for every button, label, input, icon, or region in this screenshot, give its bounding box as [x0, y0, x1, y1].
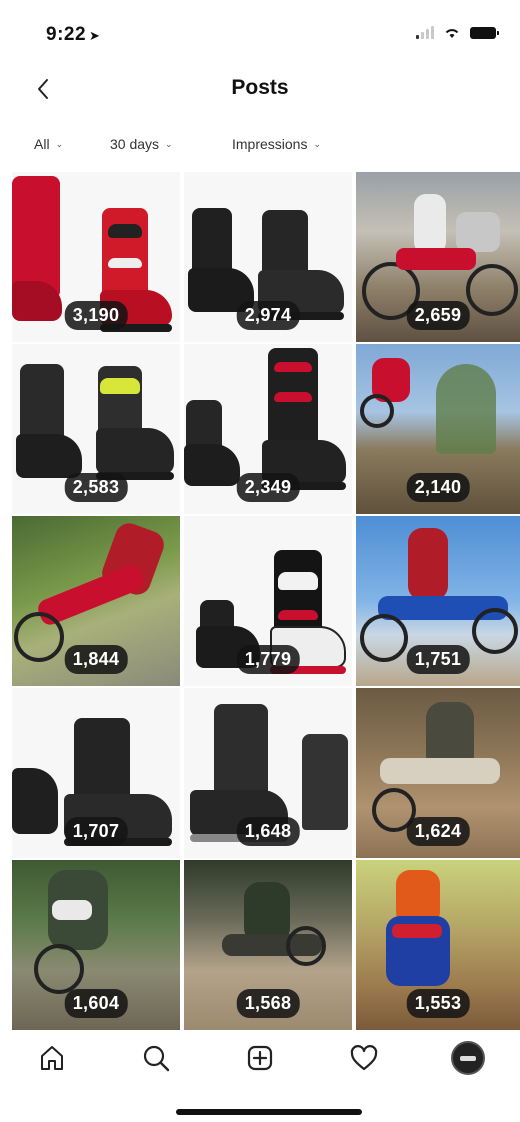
- post-impressions-badge: 1,751: [406, 645, 470, 674]
- wheel-shape: [34, 944, 84, 994]
- wheel-shape: [286, 926, 326, 966]
- post-impressions-badge: 2,974: [236, 301, 300, 330]
- boot-image: [16, 364, 84, 482]
- post-thumbnail[interactable]: 1,648: [184, 688, 352, 858]
- post-thumbnail[interactable]: 2,140: [356, 344, 520, 514]
- post-impressions-badge: 1,568: [236, 989, 300, 1018]
- post-thumbnail[interactable]: 1,707: [12, 688, 180, 858]
- post-impressions-badge: 1,604: [64, 989, 128, 1018]
- header: Posts: [0, 64, 520, 116]
- bike-body: [380, 758, 500, 784]
- post-thumbnail[interactable]: 1,604: [12, 860, 180, 1030]
- boot-image: [184, 400, 240, 500]
- home-icon: [41, 1046, 63, 1070]
- post-thumbnail[interactable]: 1,568: [184, 860, 352, 1030]
- search-icon: [143, 1045, 170, 1072]
- new-post-icon: [247, 1045, 273, 1071]
- filter-type-dropdown[interactable]: All ⌄: [34, 136, 63, 152]
- post-thumbnail[interactable]: 2,349: [184, 344, 352, 514]
- page-title: Posts: [231, 76, 289, 99]
- wheel-shape: [360, 614, 408, 662]
- post-thumbnail[interactable]: 1,553: [356, 860, 520, 1030]
- tab-search[interactable]: [104, 1030, 208, 1086]
- tab-profile[interactable]: [416, 1030, 520, 1086]
- location-arrow-icon: ➤: [89, 28, 101, 43]
- wifi-icon: [444, 27, 460, 39]
- boot-image: [12, 748, 58, 848]
- tab-home[interactable]: [0, 1030, 104, 1086]
- wheel-shape: [360, 394, 394, 428]
- tree-shape: [436, 364, 496, 454]
- post-thumbnail[interactable]: 1,844: [12, 516, 180, 686]
- filter-metric-dropdown[interactable]: Impressions ⌄: [232, 136, 321, 152]
- status-icons: [416, 26, 499, 39]
- post-thumbnail[interactable]: 1,624: [356, 688, 520, 858]
- post-impressions-badge: 2,349: [236, 473, 300, 502]
- post-impressions-badge: 1,624: [406, 817, 470, 846]
- post-impressions-badge: 1,707: [64, 817, 128, 846]
- post-impressions-badge: 2,140: [406, 473, 470, 502]
- wheel-shape: [14, 612, 64, 662]
- bike-body: [396, 248, 476, 270]
- post-impressions-badge: 2,659: [406, 301, 470, 330]
- home-indicator: [176, 1109, 362, 1115]
- rider-figure: [408, 528, 448, 600]
- post-thumbnail[interactable]: 2,583: [12, 344, 180, 514]
- post-impressions-badge: 2,583: [64, 473, 128, 502]
- status-bar: 9:22 ➤: [0, 0, 520, 64]
- rider-jersey: [392, 924, 442, 938]
- activity-heart-icon: [350, 1045, 378, 1071]
- rider-figure: [414, 194, 446, 254]
- filter-bar: All ⌄ 30 days ⌄ Impressions ⌄: [0, 128, 520, 162]
- status-time: 9:22 ➤: [46, 24, 100, 46]
- post-impressions-badge: 1,648: [236, 817, 300, 846]
- status-time-text: 9:22: [46, 24, 87, 45]
- chevron-down-icon: ⌄: [165, 138, 173, 149]
- posts-grid: 3,190 2,974 2,659 2,583 2,349 2,140 1,84…: [12, 172, 520, 1030]
- post-thumbnail[interactable]: 2,659: [356, 172, 520, 342]
- boot-image: [12, 176, 62, 326]
- wheel-shape: [472, 608, 518, 654]
- filter-type-label: All: [34, 136, 50, 152]
- tab-new-post[interactable]: [208, 1030, 312, 1086]
- tab-activity[interactable]: [312, 1030, 416, 1086]
- chevron-down-icon: ⌄: [313, 138, 322, 149]
- rider-figure: [456, 212, 500, 252]
- post-impressions-badge: 3,190: [64, 301, 128, 330]
- post-impressions-badge: 1,844: [64, 645, 128, 674]
- boot-image: [302, 734, 348, 844]
- filter-metric-label: Impressions: [232, 136, 308, 152]
- tab-bar: [0, 1030, 520, 1086]
- wheel-shape: [466, 264, 518, 316]
- post-thumbnail[interactable]: 1,779: [184, 516, 352, 686]
- filter-timeframe-dropdown[interactable]: 30 days ⌄: [110, 136, 173, 152]
- battery-icon: [470, 26, 499, 39]
- chevron-down-icon: ⌄: [55, 138, 64, 149]
- boot-image: [92, 366, 176, 490]
- rider-jersey: [52, 900, 92, 920]
- post-thumbnail[interactable]: 2,974: [184, 172, 352, 342]
- post-thumbnail[interactable]: 3,190: [12, 172, 180, 342]
- filter-timeframe-label: 30 days: [110, 136, 160, 152]
- post-impressions-badge: 1,779: [236, 645, 300, 674]
- post-thumbnail[interactable]: 1,751: [356, 516, 520, 686]
- post-impressions-badge: 1,553: [406, 989, 470, 1018]
- profile-avatar: [451, 1041, 485, 1075]
- cellular-signal-icon: [416, 26, 434, 39]
